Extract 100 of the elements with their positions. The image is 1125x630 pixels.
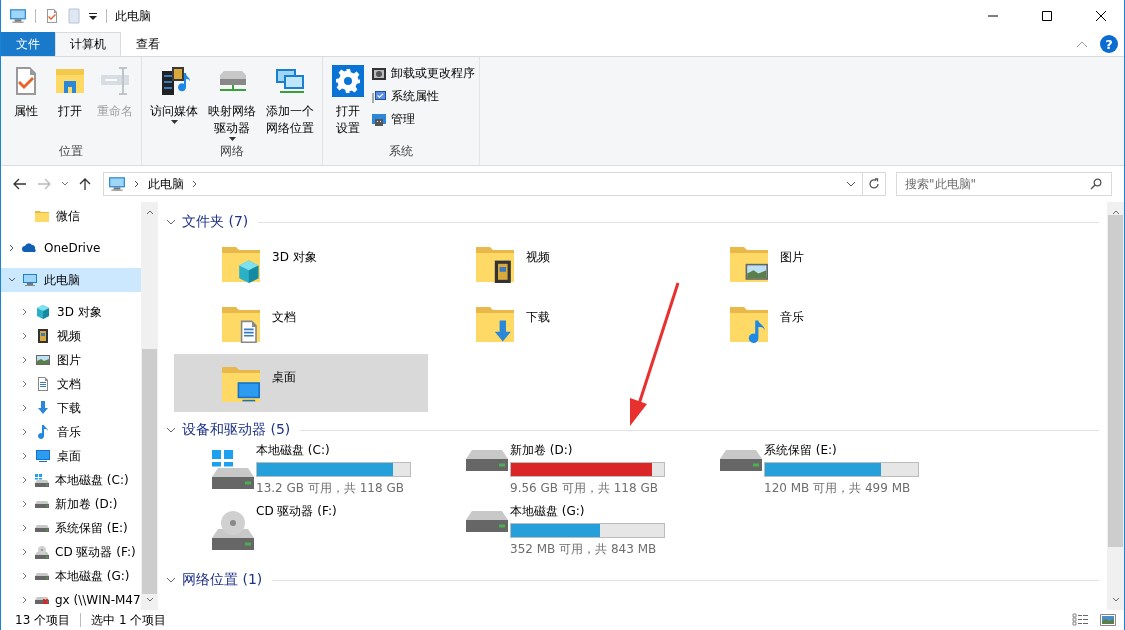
large-icons-view-icon[interactable] [1100, 614, 1116, 626]
ribbon-button[interactable]: 打开 [49, 61, 91, 143]
expander-icon[interactable] [21, 428, 29, 436]
details-view-icon[interactable] [1072, 613, 1090, 627]
capacity-text: 352 MB 可用，共 843 MB [510, 541, 658, 558]
search-field[interactable]: 搜索"此电脑" [896, 172, 1112, 196]
tree-item[interactable]: 此电脑 [1, 268, 141, 292]
expander-icon[interactable] [21, 524, 29, 532]
ribbon-button[interactable]: 访问媒体 [146, 61, 202, 143]
drive-label[interactable]: 本地磁盘 (C:) [256, 442, 411, 459]
ribbon-icon [99, 65, 131, 97]
ribbon-button[interactable]: 映射网络 驱动器 [204, 61, 260, 143]
scroll-down-icon[interactable] [1111, 597, 1120, 602]
ribbon-button[interactable]: 属性 [5, 61, 47, 143]
tree-icon [35, 400, 51, 416]
tree-icon [35, 596, 49, 604]
back-arrow-icon[interactable] [13, 178, 27, 190]
expander-icon[interactable] [21, 356, 29, 364]
scroll-up-icon[interactable] [145, 210, 154, 215]
dropdown-caret-icon[interactable] [88, 11, 98, 21]
drive-label[interactable]: 新加卷 (D:) [510, 442, 665, 459]
section-title[interactable]: 网络位置 (1) [182, 571, 263, 589]
folder-item[interactable]: 下载 [428, 294, 682, 352]
tree-item[interactable]: OneDrive [1, 236, 141, 260]
maximize-icon [1041, 10, 1053, 22]
up-arrow-icon[interactable] [79, 177, 91, 191]
ribbon-button[interactable]: 管理 [371, 111, 475, 128]
ribbon-icon [371, 65, 387, 82]
drive-label[interactable]: 本地磁盘 (G:) [510, 503, 665, 520]
collapse-ribbon-icon[interactable] [1076, 40, 1088, 48]
tree-item[interactable]: 系统保留 (E:) [1, 516, 141, 540]
folder-item[interactable]: 图片 [682, 234, 936, 292]
refresh-button[interactable] [862, 172, 886, 196]
ribbon-button[interactable]: 添加一个 网络位置 [262, 61, 318, 143]
tree-item[interactable]: gx (\\WIN-M47 [1, 588, 141, 610]
expander-icon[interactable] [8, 276, 16, 284]
group-label: 系统 [388, 143, 414, 160]
search-icon [1090, 178, 1102, 190]
tree-item[interactable]: CD 驱动器 (F:) [1, 540, 141, 564]
tree-icon [34, 208, 50, 224]
tree-item[interactable]: 新加卷 (D:) [1, 492, 141, 516]
expander-icon[interactable] [21, 332, 29, 340]
scroll-down-icon[interactable] [145, 597, 154, 602]
drive-label[interactable]: CD 驱动器 (F:) [256, 503, 337, 520]
folder-item[interactable]: 视频 [428, 234, 682, 292]
tree-item[interactable]: 下载 [1, 396, 141, 420]
refresh-icon [868, 178, 880, 190]
collapse-chevron-icon[interactable] [166, 576, 176, 584]
tree-item[interactable]: 音乐 [1, 420, 141, 444]
tree-item[interactable]: 微信 [1, 204, 141, 228]
expander-icon[interactable] [21, 380, 29, 388]
chevron-down-icon[interactable] [846, 181, 856, 187]
tree-item[interactable]: 桌面 [1, 444, 141, 468]
expander-icon[interactable] [21, 476, 29, 484]
group-label: 位置 [58, 143, 84, 160]
tree-icon [35, 500, 49, 508]
collapse-chevron-icon[interactable] [166, 218, 176, 226]
ribbon-button[interactable]: 卸载或更改程序 [371, 65, 475, 82]
expander-icon[interactable] [8, 244, 16, 252]
ribbon-tab[interactable]: 文件 [1, 32, 55, 56]
tree-item[interactable]: 图片 [1, 348, 141, 372]
chevron-down-icon[interactable] [61, 181, 69, 187]
folder-item[interactable]: 3D 对象 [174, 234, 428, 292]
folder-item[interactable]: 桌面 [174, 354, 428, 412]
scrollbar[interactable] [141, 202, 158, 610]
breadcrumb[interactable]: 此电脑 [148, 175, 184, 193]
tree-item[interactable]: 文档 [1, 372, 141, 396]
expander-icon[interactable] [21, 500, 29, 508]
folder-item[interactable]: 音乐 [682, 294, 936, 352]
drive-icon [212, 511, 254, 550]
capacity-text: 120 MB 可用，共 499 MB [764, 480, 912, 497]
computer-icon [9, 7, 27, 25]
ribbon-button[interactable]: 系统属性 [371, 88, 475, 105]
tree-item[interactable]: 视频 [1, 324, 141, 348]
tree-icon [35, 473, 49, 487]
minimize-icon [987, 15, 999, 17]
address-bar[interactable]: 此电脑 [103, 172, 863, 196]
scrollbar[interactable] [1107, 202, 1124, 610]
collapse-chevron-icon[interactable] [166, 426, 176, 434]
tree-item[interactable]: 本地磁盘 (G:) [1, 564, 141, 588]
tree-item[interactable]: 本地磁盘 (C:) [1, 468, 141, 492]
expander-icon[interactable] [21, 548, 29, 556]
chevron-right-icon [134, 180, 140, 188]
drive-icon [212, 450, 254, 489]
expander-icon[interactable] [21, 308, 29, 316]
tree-icon [35, 376, 51, 392]
drive-label[interactable]: 系统保留 (E:) [764, 442, 919, 459]
ribbon-button[interactable]: 打开 设置 [327, 61, 369, 143]
expander-icon[interactable] [21, 572, 29, 580]
tree-item[interactable]: 3D 对象 [1, 300, 141, 324]
expander-icon[interactable] [21, 404, 29, 412]
expander-icon[interactable] [21, 452, 29, 460]
folder-item[interactable]: 文档 [174, 294, 428, 352]
section-title[interactable]: 设备和驱动器 (5) [182, 421, 291, 439]
section-title[interactable]: 文件夹 (7) [182, 213, 249, 231]
ribbon-tab[interactable]: 计算机 [55, 32, 121, 56]
help-button[interactable]: ? [1100, 35, 1118, 53]
ribbon-tab[interactable]: 查看 [121, 32, 175, 56]
scroll-up-icon[interactable] [1111, 210, 1120, 215]
expander-icon[interactable] [21, 596, 29, 604]
